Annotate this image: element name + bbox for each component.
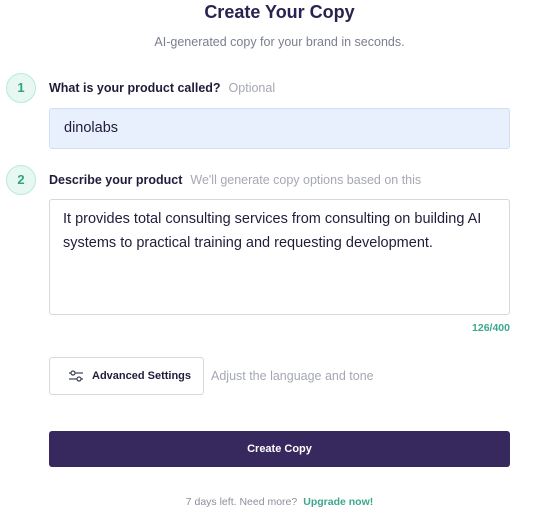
step-1-badge: 1 — [6, 73, 36, 103]
product-description-label: Describe your product We'll generate copy… — [49, 173, 421, 187]
product-name-label-text: What is your product called? — [49, 81, 221, 95]
product-description-hint: We'll generate copy options based on thi… — [190, 173, 422, 187]
product-name-label: What is your product called? Optional — [49, 81, 275, 95]
product-description-textarea[interactable]: It provides total consulting services fr… — [49, 199, 510, 315]
page-title: Create Your Copy — [204, 2, 355, 22]
advanced-settings-label: Advanced Settings — [92, 370, 192, 382]
sliders-icon — [69, 370, 83, 382]
product-name-hint: Optional — [228, 81, 276, 95]
product-description-label-text: Describe your product — [49, 173, 183, 187]
trial-remaining-text: 7 days left. Need more? — [185, 496, 298, 508]
step-2-badge: 2 — [6, 165, 36, 195]
footer: 7 days left. Need more? Upgrade now! — [0, 496, 539, 508]
create-copy-button[interactable]: Create Copy — [49, 431, 510, 467]
advanced-settings-hint: Adjust the language and tone — [211, 369, 374, 383]
product-name-input[interactable]: dinolabs — [49, 108, 510, 149]
advanced-settings-button[interactable]: Advanced Settings — [49, 357, 204, 395]
page-subtitle: AI-generated copy for your brand in seco… — [154, 35, 405, 49]
upgrade-link[interactable]: Upgrade now! — [303, 496, 373, 508]
character-counter: 126/400 — [472, 322, 510, 334]
